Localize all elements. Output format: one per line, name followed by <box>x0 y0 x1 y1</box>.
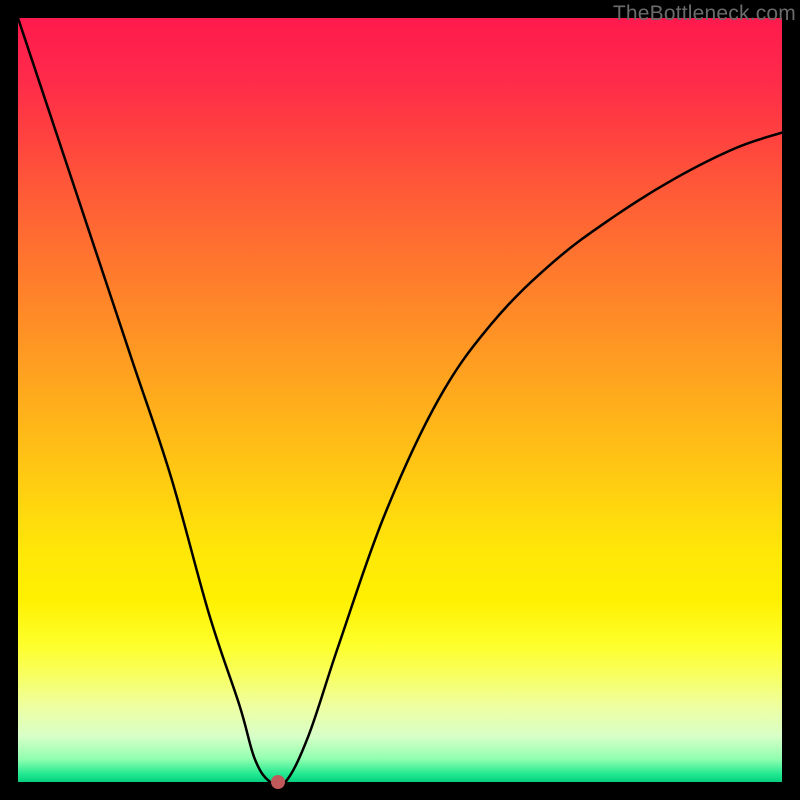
plot-area <box>18 18 782 782</box>
chart-container: TheBottleneck.com <box>0 0 800 800</box>
bottleneck-curve <box>18 18 782 782</box>
attribution-watermark: TheBottleneck.com <box>613 2 796 26</box>
optimal-point-marker <box>271 775 285 789</box>
